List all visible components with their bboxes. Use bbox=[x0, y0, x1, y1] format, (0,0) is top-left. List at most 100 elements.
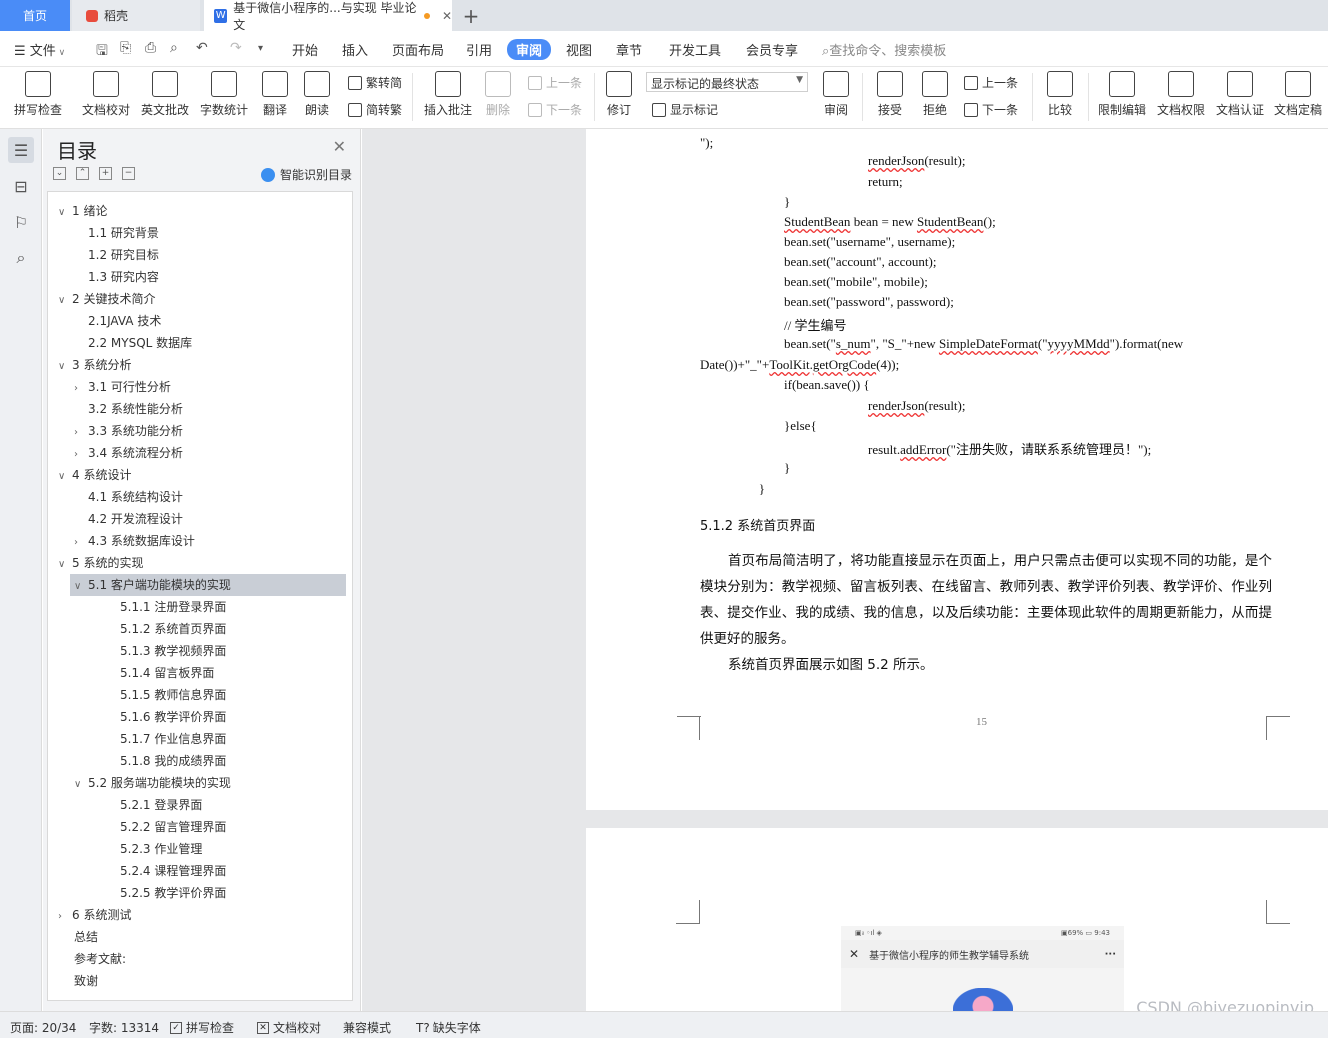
trad-to-simp-button[interactable]: 繁转简 bbox=[348, 74, 402, 91]
toc-item[interactable]: 4.2 开发流程设计 bbox=[74, 508, 183, 530]
toc-item[interactable]: › 3.1 可行性分析 bbox=[74, 376, 171, 398]
toc-item[interactable]: 1.3 研究内容 bbox=[74, 266, 159, 288]
toc-item[interactable]: › 6 系统测试 bbox=[58, 904, 131, 926]
spell-check-toggle[interactable]: ✓ 拼写检查 bbox=[170, 1019, 234, 1036]
chevron-down-icon[interactable]: ∨ bbox=[74, 576, 88, 598]
chevron-right-icon[interactable]: › bbox=[74, 532, 88, 554]
spell-check-button[interactable]: 拼写检查 bbox=[8, 71, 68, 118]
menu-view[interactable]: 视图 bbox=[566, 40, 592, 59]
menu-chapter[interactable]: 章节 bbox=[616, 40, 642, 59]
next-change-button[interactable]: 下一条 bbox=[964, 101, 1018, 118]
toc-item[interactable]: 5.1.2 系统首页界面 bbox=[106, 618, 226, 640]
undo-icon[interactable]: ↶ bbox=[196, 40, 208, 56]
toc-item[interactable]: 5.1.7 作业信息界面 bbox=[106, 728, 226, 750]
collapse-all-icon[interactable]: ⌃ bbox=[76, 167, 89, 180]
menu-developer[interactable]: 开发工具 bbox=[669, 40, 721, 59]
toc-item[interactable]: 5.1.8 我的成绩界面 bbox=[106, 750, 226, 772]
save-icon[interactable]: 🖫 bbox=[96, 40, 108, 64]
tab-docer[interactable]: 稻壳 bbox=[72, 0, 200, 31]
redo-icon[interactable]: ↷ bbox=[230, 40, 242, 56]
missing-font-button[interactable]: T? 缺失字体 bbox=[416, 1019, 481, 1036]
toc-item[interactable]: 5.2.4 课程管理界面 bbox=[106, 860, 226, 882]
reject-button[interactable]: 拒绝 bbox=[905, 71, 965, 118]
page-indicator[interactable]: 页面: 20/34 bbox=[10, 1019, 76, 1036]
toc-item[interactable]: 5.1.5 教师信息界面 bbox=[106, 684, 226, 706]
document-page[interactable]: "); renderJson(result); return;} StudentBea… bbox=[586, 129, 1328, 810]
doc-proof-button[interactable]: 文档校对 bbox=[76, 71, 136, 118]
toc-item[interactable]: 2.1JAVA 技术 bbox=[74, 310, 161, 332]
menu-member[interactable]: 会员专享 bbox=[746, 40, 798, 59]
toc-item[interactable]: ∨ 4 系统设计 bbox=[58, 464, 131, 486]
toc-item[interactable]: 参考文献: bbox=[74, 948, 126, 970]
tab-home[interactable]: 首页 bbox=[0, 0, 70, 31]
toc-item[interactable]: 1.2 研究目标 bbox=[74, 244, 159, 266]
remove-level-icon[interactable]: − bbox=[122, 167, 135, 180]
chevron-down-icon[interactable]: ∨ bbox=[58, 554, 72, 576]
track-changes-button[interactable]: 修订 bbox=[589, 71, 649, 118]
toc-item[interactable]: 5.2.2 留言管理界面 bbox=[106, 816, 226, 838]
toc-item[interactable]: 1.1 研究背景 bbox=[74, 222, 159, 244]
outline-view-icon[interactable]: ☰ bbox=[8, 137, 34, 163]
chevron-right-icon[interactable]: › bbox=[58, 906, 72, 928]
toc-item[interactable]: 5.2.5 教学评价界面 bbox=[106, 882, 226, 904]
toc-item[interactable]: ∨ 5.1 客户端功能模块的实现 bbox=[70, 574, 346, 596]
command-search[interactable]: ⌕查找命令、搜索模板 bbox=[822, 40, 946, 59]
english-correct-button[interactable]: 英文批改 bbox=[135, 71, 195, 118]
bookmark-icon[interactable]: ⚐ bbox=[8, 209, 34, 235]
word-count-indicator[interactable]: 字数: 13314 bbox=[89, 1019, 159, 1036]
doc-certify-button[interactable]: 文档认证 bbox=[1210, 71, 1270, 118]
menu-review[interactable]: 审阅 bbox=[507, 39, 552, 60]
chevron-down-icon[interactable]: ∨ bbox=[58, 202, 72, 224]
simp-to-trad-button[interactable]: 简转繁 bbox=[348, 101, 402, 118]
toc-item[interactable]: ∨ 5 系统的实现 bbox=[58, 552, 143, 574]
print-preview-icon[interactable]: ⌕ bbox=[170, 40, 178, 56]
chevron-down-icon[interactable]: ∨ bbox=[74, 774, 88, 796]
prev-comment-button[interactable]: 上一条 bbox=[528, 74, 582, 91]
doc-proof-toggle[interactable]: ✕ 文档校对 bbox=[257, 1019, 321, 1036]
doc-permission-button[interactable]: 文档权限 bbox=[1151, 71, 1211, 118]
file-menu[interactable]: ☰ 文件 ∨ bbox=[14, 40, 65, 59]
customize-quick-access-icon[interactable]: ▾ bbox=[258, 43, 263, 54]
next-comment-button[interactable]: 下一条 bbox=[528, 101, 582, 118]
toc-item[interactable]: ∨ 3 系统分析 bbox=[58, 354, 131, 376]
restrict-editing-button[interactable]: 限制编辑 bbox=[1092, 71, 1152, 118]
toc-item[interactable]: 4.1 系统结构设计 bbox=[74, 486, 183, 508]
prev-change-button[interactable]: 上一条 bbox=[964, 74, 1018, 91]
toc-item[interactable]: 5.2.3 作业管理 bbox=[106, 838, 202, 860]
tab-document[interactable]: W 基于微信小程序的...与实现 毕业论文 ✕ bbox=[204, 0, 452, 32]
toc-item[interactable]: 总结 bbox=[74, 926, 98, 948]
toc-item[interactable]: › 4.3 系统数据库设计 bbox=[74, 530, 195, 552]
document-page-next[interactable]: ▣ᵢₗ ◦ıl ◈ ▣69% ▭ 9:43 ✕ 基于微信小程序的师生教学辅导系统 ··… bbox=[586, 828, 1328, 1011]
toc-item[interactable]: ∨ 1 绪论 bbox=[58, 200, 107, 222]
search-icon[interactable]: ⌕ bbox=[8, 245, 34, 271]
format-painter-icon[interactable]: ⎘ bbox=[120, 40, 131, 56]
toc-item[interactable]: 3.2 系统性能分析 bbox=[74, 398, 183, 420]
read-aloud-button[interactable]: 朗读 bbox=[287, 71, 347, 118]
print-icon[interactable]: ⎙ bbox=[145, 40, 156, 56]
compare-button[interactable]: 比较 bbox=[1030, 71, 1090, 118]
toc-item[interactable]: ∨ 5.2 服务端功能模块的实现 bbox=[74, 772, 231, 794]
close-icon[interactable]: ✕ bbox=[333, 137, 346, 156]
compat-mode-indicator[interactable]: 兼容模式 bbox=[343, 1019, 391, 1036]
toc-item[interactable]: 5.2.1 登录界面 bbox=[106, 794, 202, 816]
close-tab-icon[interactable]: ✕ bbox=[442, 9, 452, 23]
doc-finalize-button[interactable]: 文档定稿 bbox=[1268, 71, 1328, 118]
menu-insert[interactable]: 插入 bbox=[342, 40, 368, 59]
expand-all-icon[interactable]: ⌄ bbox=[53, 167, 66, 180]
toc-item[interactable]: 致谢 bbox=[74, 970, 98, 992]
delete-comment-button[interactable]: 删除 bbox=[468, 71, 528, 118]
toc-item[interactable]: 5.1.3 教学视频界面 bbox=[106, 640, 226, 662]
show-markup-button[interactable]: 显示标记 bbox=[652, 101, 718, 118]
chevron-down-icon[interactable]: ∨ bbox=[58, 466, 72, 488]
menu-page-layout[interactable]: 页面布局 bbox=[392, 40, 444, 59]
chapter-nav-icon[interactable]: ⊟ bbox=[8, 173, 34, 199]
menu-start[interactable]: 开始 bbox=[292, 40, 318, 59]
smart-toc-button[interactable]: 智能识别目录 bbox=[260, 166, 352, 183]
markup-state-select[interactable]: 显示标记的最终状态 ▼ bbox=[646, 72, 808, 92]
toc-item[interactable]: ∨ 2 关键技术简介 bbox=[58, 288, 155, 310]
menu-references[interactable]: 引用 bbox=[466, 40, 492, 59]
chevron-right-icon[interactable]: › bbox=[74, 378, 88, 400]
toc-item[interactable]: 5.1.6 教学评价界面 bbox=[106, 706, 226, 728]
toc-item[interactable]: 5.1.4 留言板界面 bbox=[106, 662, 214, 684]
review-pane-button[interactable]: 审阅 bbox=[806, 71, 866, 118]
